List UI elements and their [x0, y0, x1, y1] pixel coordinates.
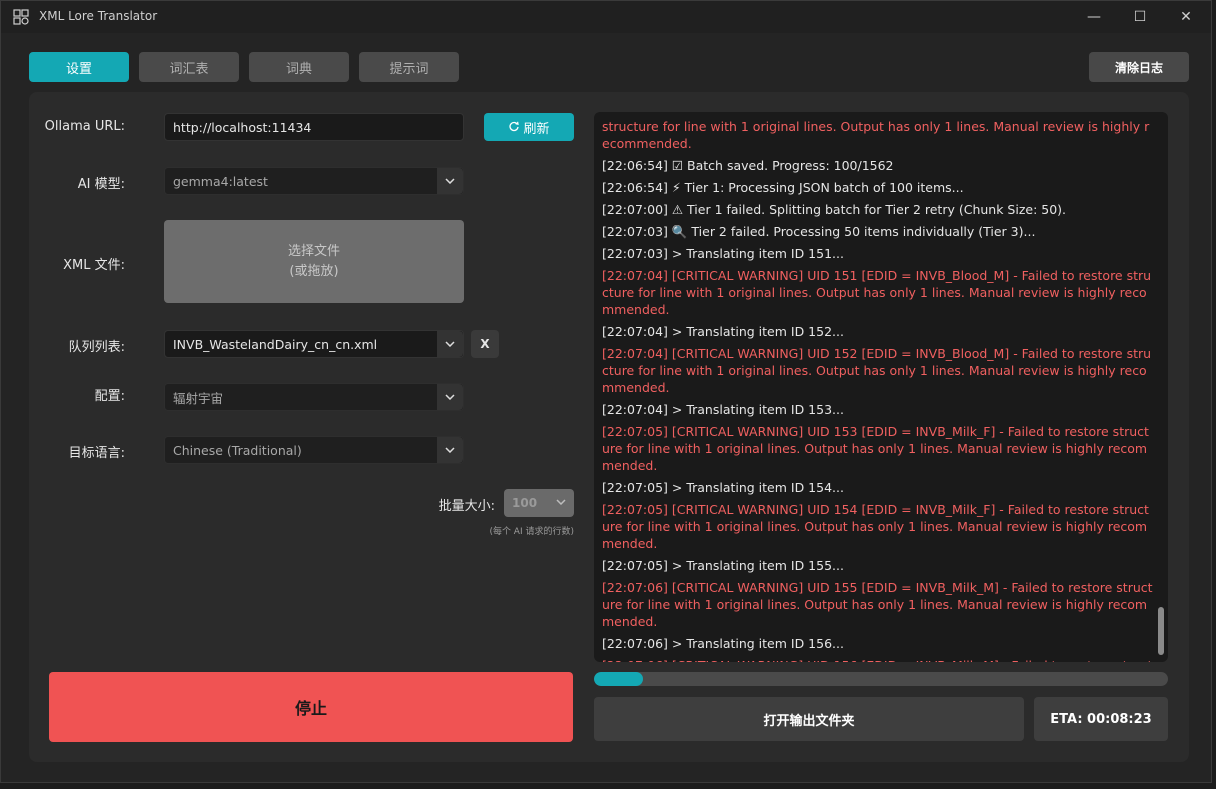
- chevron-down-icon[interactable]: [437, 168, 463, 194]
- progress-bar: [594, 672, 1168, 686]
- app-logo-icon: [13, 9, 29, 25]
- file-drop-hint: (或拖放): [289, 263, 339, 279]
- batch-size-value: 100: [512, 496, 538, 510]
- tab-prompts[interactable]: 提示词: [359, 52, 459, 82]
- target-language-select[interactable]: Chinese (Traditional): [164, 436, 464, 464]
- config-label: 配置:: [94, 389, 125, 404]
- clear-log-button[interactable]: 清除日志: [1089, 52, 1189, 82]
- ai-model-select[interactable]: gemma4:latest: [164, 167, 464, 195]
- target-language-label: 目标语言:: [68, 446, 125, 461]
- log-line: [22:07:05] > Translating item ID 155...: [602, 558, 844, 573]
- batch-size-label: 批量大小:: [438, 499, 495, 514]
- log-line: structure for line with 1 original lines…: [602, 119, 1150, 151]
- ai-model-label: AI 模型:: [77, 177, 125, 192]
- tab-settings[interactable]: 设置: [29, 52, 129, 82]
- window-title: XML Lore Translator: [39, 9, 158, 23]
- log-line: [22:07:03] 🔍 Tier 2 failed. Processing 5…: [602, 224, 1036, 239]
- ollama-url-label: Ollama URL:: [44, 119, 125, 134]
- ollama-url-input[interactable]: http://localhost:11434: [164, 113, 464, 141]
- minimize-button[interactable]: —: [1071, 1, 1117, 33]
- config-value: 辐射宇宙: [173, 390, 224, 406]
- batch-size-hint: (每个 AI 请求的行数): [489, 527, 574, 537]
- chevron-down-icon[interactable]: [437, 384, 463, 410]
- app-window: XML Lore Translator — ☐ ✕ 设置 词汇表 词典 提示词 …: [0, 0, 1212, 783]
- log-line: [22:07:05] [CRITICAL WARNING] UID 153 [E…: [602, 424, 1149, 473]
- chevron-down-icon[interactable]: [437, 331, 463, 357]
- open-output-folder-button[interactable]: 打开输出文件夹: [594, 697, 1024, 741]
- chevron-down-icon: [556, 495, 566, 508]
- log-line: [22:07:05] [CRITICAL WARNING] UID 154 [E…: [602, 502, 1149, 551]
- progress-fill: [594, 672, 644, 686]
- queue-value: INVB_WastelandDairy_cn_cn.xml: [173, 336, 378, 352]
- queue-select[interactable]: INVB_WastelandDairy_cn_cn.xml: [164, 330, 464, 358]
- log-line: [22:07:04] [CRITICAL WARNING] UID 152 [E…: [602, 346, 1152, 395]
- stop-button[interactable]: 停止: [49, 672, 573, 742]
- title-bar: XML Lore Translator — ☐ ✕: [1, 1, 1211, 33]
- config-select[interactable]: 辐射宇宙: [164, 383, 464, 411]
- log-line: [22:07:06] > Translating item ID 156...: [602, 636, 844, 651]
- chevron-down-icon[interactable]: [437, 437, 463, 463]
- queue-label: 队列列表:: [68, 340, 125, 355]
- log-line: [22:07:00] ⚠ Tier 1 failed. Splitting ba…: [602, 202, 1067, 217]
- log-line: [22:07:04] > Translating item ID 152...: [602, 324, 844, 339]
- log-line: [22:06:54] ☑ Batch saved. Progress: 100/…: [602, 158, 894, 173]
- file-drop-title: 选择文件: [287, 243, 340, 259]
- tab-dictionary[interactable]: 词典: [249, 52, 349, 82]
- target-language-value: Chinese (Traditional): [173, 442, 302, 458]
- log-panel[interactable]: structure for line with 1 original lines…: [594, 112, 1168, 662]
- file-drop-zone[interactable]: 选择文件 (或拖放): [164, 220, 464, 303]
- log-line: [22:07:05] > Translating item ID 154...: [602, 480, 844, 495]
- refresh-icon: [509, 121, 520, 132]
- log-line: [22:07:04] [CRITICAL WARNING] UID 151 [E…: [602, 268, 1152, 317]
- log-scrollbar[interactable]: [1158, 607, 1164, 655]
- log-line: [22:07:03] > Translating item ID 151...: [602, 246, 844, 261]
- log-line: [22:07:06] [CRITICAL WARNING] UID 155 [E…: [602, 580, 1153, 629]
- log-line: [22:07:06] [CRITICAL WARNING] UID 156 [E…: [602, 657, 1154, 662]
- ai-model-value: gemma4:latest: [173, 173, 268, 189]
- refresh-button[interactable]: 刷新: [484, 113, 574, 141]
- maximize-button[interactable]: ☐: [1117, 1, 1163, 33]
- eta-display: ETA: 00:08:23: [1034, 697, 1168, 741]
- refresh-label: 刷新: [523, 121, 550, 137]
- tab-glossary[interactable]: 词汇表: [139, 52, 239, 82]
- log-line: [22:07:04] > Translating item ID 153...: [602, 402, 844, 417]
- log-line: [22:06:54] ⚡ Tier 1: Processing JSON bat…: [602, 180, 964, 195]
- log-lines: structure for line with 1 original lines…: [602, 118, 1154, 662]
- remove-queue-button[interactable]: X: [471, 330, 499, 358]
- close-button[interactable]: ✕: [1163, 1, 1209, 33]
- batch-size-select[interactable]: 100: [504, 489, 574, 517]
- xml-file-label: XML 文件:: [63, 258, 125, 273]
